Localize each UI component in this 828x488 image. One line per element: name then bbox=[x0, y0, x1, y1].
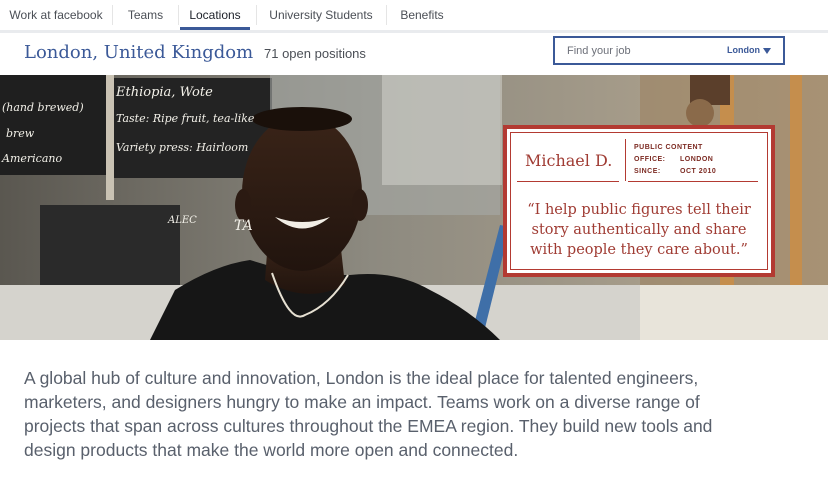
chalkboard-text: (hand brewed) bbox=[2, 101, 84, 114]
chalkboard-text: Ethiopia, Wote bbox=[116, 85, 213, 100]
employee-meta: PUBLIC CONTENT OFFICE: LONDON SINCE: OCT 2… bbox=[634, 142, 716, 178]
office-label: OFFICE: bbox=[634, 156, 666, 163]
search-input[interactable] bbox=[567, 43, 707, 59]
chalkboard-text: Taste: Ripe fruit, tea-like bbox=[116, 112, 255, 125]
employee-team: PUBLIC CONTENT bbox=[634, 144, 703, 151]
nav-item-work-at-facebook[interactable]: Work at facebook bbox=[0, 0, 112, 30]
card-divider bbox=[517, 181, 619, 182]
nav-item-teams[interactable]: Teams bbox=[113, 0, 178, 30]
chalkboard-text: brew bbox=[6, 127, 35, 140]
caret-down-icon bbox=[763, 47, 771, 54]
location-dropdown[interactable]: London bbox=[727, 45, 771, 55]
card-divider bbox=[628, 181, 758, 182]
chalkboard-text: ALEC bbox=[168, 215, 197, 226]
card-divider bbox=[625, 139, 626, 181]
nav-item-locations[interactable]: Locations bbox=[180, 0, 250, 30]
top-navigation: Work at facebook Teams Locations Univers… bbox=[0, 0, 828, 30]
employee-quote-card: Michael D. PUBLIC CONTENT OFFICE: LONDON … bbox=[503, 125, 775, 277]
location-description: A global hub of culture and innovation, … bbox=[24, 368, 713, 460]
open-positions-count[interactable]: 71 open positions bbox=[264, 46, 366, 61]
employee-name: Michael D. bbox=[525, 151, 613, 170]
since-label: SINCE: bbox=[634, 168, 661, 175]
nav-item-university-students[interactable]: University Students bbox=[257, 0, 385, 30]
chalkboard-text: TA bbox=[234, 218, 253, 234]
office-value: LONDON bbox=[680, 156, 714, 163]
page-title: London, United Kingdom bbox=[24, 42, 254, 63]
since-value: OCT 2010 bbox=[680, 168, 717, 175]
nav-divider bbox=[178, 5, 179, 25]
chalkboard-text: Variety press: Hairloom bbox=[116, 141, 249, 154]
chalkboard-text: Americano bbox=[2, 152, 63, 165]
employee-quote: “I help public figures tell their story … bbox=[527, 202, 751, 258]
location-header: London, United Kingdom 71 open positions… bbox=[0, 33, 828, 75]
nav-item-benefits[interactable]: Benefits bbox=[387, 0, 457, 30]
location-dropdown-label: London bbox=[727, 45, 760, 55]
job-search-box: London bbox=[553, 36, 785, 65]
